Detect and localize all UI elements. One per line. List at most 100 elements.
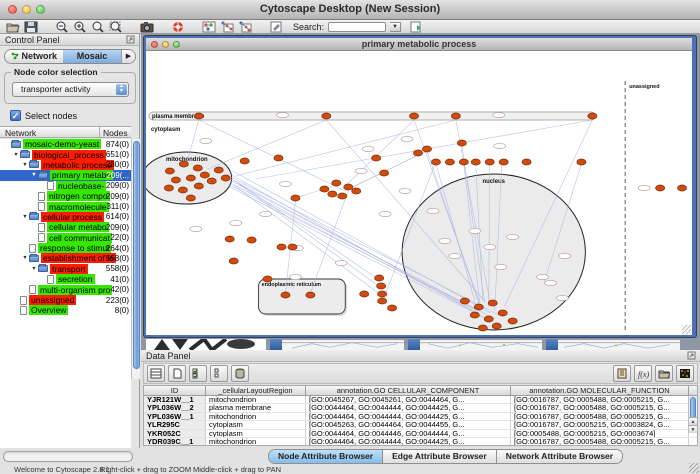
table-cell[interactable]: [GO:0045267, GO:0045261, GO:0044464, G..… <box>306 396 511 403</box>
open-session-icon[interactable] <box>6 21 20 33</box>
tab-edge-attribute-browser[interactable]: Edge Attribute Browser <box>383 450 497 463</box>
column-header[interactable]: annotation.GO MOLECULAR_FUNCTION <box>511 386 689 395</box>
vizmapper-icon[interactable] <box>202 21 216 33</box>
tree-scrollbar[interactable] <box>131 139 140 379</box>
table-scrollbar-thumb[interactable] <box>690 397 696 419</box>
table-row[interactable]: YJR121W__1mitochondrion[GO:0045267, GO:0… <box>144 396 697 404</box>
zoom-in-icon[interactable] <box>73 21 87 33</box>
network-node[interactable] <box>380 170 389 176</box>
tree-item[interactable]: ▼metabolic process280(0) <box>0 160 131 170</box>
network-node[interactable] <box>274 155 283 161</box>
network-node[interactable] <box>193 165 202 171</box>
node-label-tag[interactable] <box>439 238 451 243</box>
node-label-tag[interactable] <box>379 211 391 216</box>
select-attributes-icon[interactable] <box>189 365 207 382</box>
node-color-dropdown[interactable]: transporter activity ▲▼ <box>12 82 129 97</box>
network-node[interactable] <box>240 158 249 164</box>
network-node[interactable] <box>656 185 665 191</box>
network-node[interactable] <box>485 159 494 165</box>
network-node[interactable] <box>320 186 329 192</box>
network-node[interactable] <box>194 113 203 119</box>
network-node[interactable] <box>409 113 418 119</box>
node-label-tag[interactable] <box>399 188 411 193</box>
background-window-titlebar-fragment[interactable] <box>408 339 420 350</box>
background-window-thumbnail[interactable] <box>146 339 266 350</box>
node-label-tag[interactable] <box>484 244 496 249</box>
network-node[interactable] <box>451 113 460 119</box>
background-window-titlebar-fragment[interactable] <box>270 339 282 350</box>
node-label-tag[interactable] <box>507 234 519 239</box>
network-node[interactable] <box>422 146 431 152</box>
table-cell[interactable]: [GO:0045263, GO:0044464, GO:0044455, G..… <box>306 421 511 428</box>
node-label-tag[interactable] <box>469 228 481 233</box>
unselect-attributes-icon[interactable] <box>210 365 228 382</box>
node-label-tag[interactable] <box>335 260 347 265</box>
column-header[interactable]: _cellularLayoutRegion <box>206 386 306 395</box>
snapshot-camera-icon[interactable] <box>140 21 154 33</box>
zoom-selected-icon[interactable] <box>109 21 123 33</box>
table-cell[interactable]: YLR295C <box>144 421 206 428</box>
table-cell[interactable]: YDR039C__1 <box>144 438 206 445</box>
network-node[interactable] <box>306 292 315 298</box>
network-node[interactable] <box>445 159 454 165</box>
network-node[interactable] <box>207 178 216 184</box>
network-node[interactable] <box>508 318 517 324</box>
network-node[interactable] <box>171 177 180 183</box>
network-node[interactable] <box>200 172 209 178</box>
table-cell[interactable]: mitochondrion <box>206 413 306 420</box>
attribute-batch-icon[interactable] <box>613 365 631 382</box>
network-window[interactable]: primary metabolic process plasma membran… <box>144 36 696 337</box>
node-label-tag[interactable] <box>362 146 374 151</box>
tree-expand-arrow[interactable]: ▼ <box>21 162 29 168</box>
network-node[interactable] <box>186 175 195 181</box>
node-label-tag[interactable] <box>277 112 289 117</box>
node-label-tag[interactable] <box>638 185 650 190</box>
network-node[interactable] <box>372 155 381 161</box>
matrix-view-icon[interactable] <box>676 365 694 382</box>
tree-expand-arrow[interactable]: ▼ <box>30 172 38 178</box>
network-node[interactable] <box>478 325 487 331</box>
network-node[interactable] <box>291 195 300 201</box>
new-attribute-icon[interactable] <box>168 365 186 382</box>
network-node[interactable] <box>179 161 188 167</box>
table-cell[interactable]: cytoplasm <box>206 421 306 428</box>
zoom-fit-icon[interactable] <box>91 21 105 33</box>
network-node[interactable] <box>499 159 508 165</box>
tree-item[interactable]: ▼transport558(0) <box>0 264 131 274</box>
select-nodes-checkbox[interactable]: ✓ <box>10 110 21 121</box>
tree-item[interactable]: multi-organism pro42(0) <box>0 284 131 294</box>
network-node[interactable] <box>194 183 203 189</box>
tree-item[interactable]: response to stimul264(0) <box>0 243 131 253</box>
table-cell[interactable]: [GO:0044464, GO:0044446, GO:0044444, G..… <box>306 430 511 437</box>
network-node[interactable] <box>378 298 387 304</box>
background-window-content-fragment[interactable] <box>282 339 404 350</box>
import-attributes-icon[interactable] <box>655 365 673 382</box>
scroll-up-arrow[interactable]: ▲ <box>689 417 697 425</box>
background-window-content-fragment[interactable] <box>558 339 680 350</box>
background-window-titlebar-fragment[interactable] <box>546 339 558 350</box>
delete-attribute-icon[interactable] <box>231 365 249 382</box>
attribute-table-icon[interactable] <box>147 365 165 382</box>
export-network-icon[interactable] <box>238 21 252 33</box>
table-cell[interactable]: cytoplasm <box>206 430 306 437</box>
node-label-tag[interactable] <box>190 226 202 231</box>
network-node[interactable] <box>431 159 440 165</box>
network-node[interactable] <box>460 298 469 304</box>
network-node[interactable] <box>471 159 480 165</box>
float-panel-icon[interactable] <box>126 35 135 44</box>
tree-item[interactable]: nucleobase-209(0) <box>0 181 131 191</box>
network-node[interactable] <box>322 113 331 119</box>
network-node[interactable] <box>263 276 272 282</box>
table-cell[interactable]: [GO:0044464, GO:0044444, GO:0044425, G..… <box>306 404 511 411</box>
column-header[interactable]: ID <box>144 386 206 395</box>
network-node[interactable] <box>229 258 238 264</box>
network-node[interactable] <box>247 237 256 243</box>
tree-item[interactable]: ▼cellular process614(0) <box>0 212 131 222</box>
tree-item[interactable]: unassigned223(0) <box>0 295 131 305</box>
table-cell[interactable]: mitochondrion <box>206 438 306 445</box>
table-cell[interactable]: [GO:0016787, GO:0005215, GO:0003824, G..… <box>511 421 689 428</box>
tree-item[interactable]: ▼establishment of lo558(0) <box>0 253 131 263</box>
node-label-tag[interactable] <box>200 138 212 143</box>
tree-scrollbar-thumb[interactable] <box>133 141 140 369</box>
table-cell[interactable]: [GO:0016787, GO:0005488, GO:0005215, G..… <box>511 404 689 411</box>
